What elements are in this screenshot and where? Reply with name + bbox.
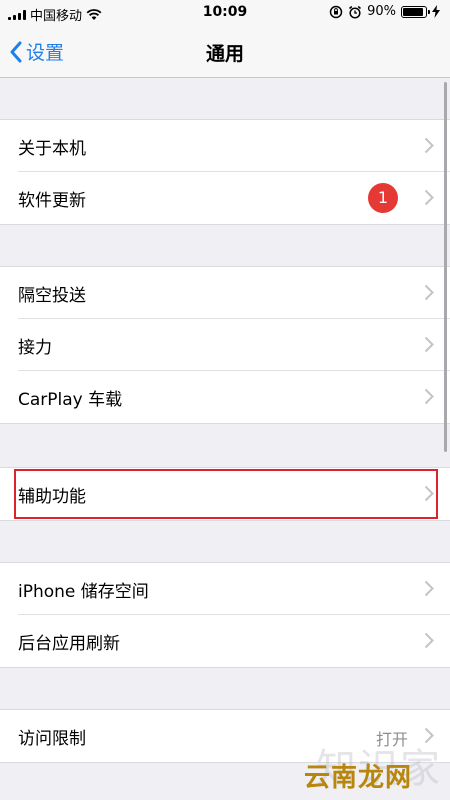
- battery-fill: [403, 7, 423, 16]
- page-title: 通用: [205, 43, 244, 65]
- chevron-right-icon: [424, 137, 434, 154]
- charging-icon: [432, 5, 440, 18]
- row-carplay[interactable]: CarPlay 车载: [0, 371, 450, 423]
- row-label: 辅助功能: [18, 486, 86, 507]
- row-software-update[interactable]: 软件更新 1: [0, 172, 450, 224]
- battery-percent: 90%: [367, 4, 396, 19]
- battery-icon: [401, 5, 430, 18]
- row-label: 访问限制: [18, 728, 86, 749]
- chevron-right-icon: [424, 284, 434, 301]
- chevron-right-icon: [424, 632, 434, 649]
- row-label: 隔空投送: [18, 285, 86, 306]
- row-label: 后台应用刷新: [18, 633, 120, 654]
- row-accessibility[interactable]: 辅助功能: [0, 468, 450, 520]
- row-airdrop[interactable]: 隔空投送: [0, 267, 450, 319]
- chevron-right-icon: [424, 580, 434, 597]
- row-label: 关于本机: [18, 138, 86, 159]
- row-label: 接力: [18, 337, 52, 358]
- row-label: iPhone 储存空间: [18, 581, 149, 602]
- alarm-icon: [349, 5, 362, 19]
- settings-group-connectivity: 隔空投送 接力 CarPlay 车载: [0, 266, 450, 424]
- update-count-badge: 1: [368, 183, 398, 213]
- watermark-text: 云南龙网: [303, 763, 412, 793]
- settings-group-about: 关于本机 软件更新 1: [0, 119, 450, 225]
- row-handoff[interactable]: 接力: [0, 319, 450, 371]
- scrollbar[interactable]: [444, 82, 447, 452]
- chevron-right-icon: [424, 336, 434, 353]
- chevron-right-icon: [424, 189, 434, 206]
- row-about[interactable]: 关于本机: [0, 120, 450, 172]
- row-iphone-storage[interactable]: iPhone 储存空间: [0, 563, 450, 615]
- chevron-right-icon: [424, 388, 434, 405]
- row-label: CarPlay 车载: [18, 389, 123, 410]
- chevron-right-icon: [424, 485, 434, 502]
- row-background-app-refresh[interactable]: 后台应用刷新: [0, 615, 450, 667]
- status-right: 90%: [329, 4, 440, 19]
- navigation-bar: 设置 通用: [0, 26, 450, 78]
- settings-group-accessibility: 辅助功能: [0, 467, 450, 521]
- watermark: 知识家 云南龙网: [302, 736, 442, 796]
- row-label: 软件更新: [18, 190, 86, 211]
- status-bar: 中国移动 10:09 90%: [0, 0, 450, 26]
- settings-group-storage: iPhone 储存空间 后台应用刷新: [0, 562, 450, 668]
- rotation-lock-icon: [329, 5, 343, 18]
